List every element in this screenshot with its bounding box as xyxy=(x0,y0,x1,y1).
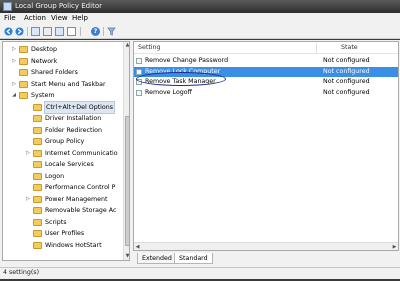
folder-icon xyxy=(33,184,42,191)
up-folder-icon[interactable] xyxy=(31,27,40,36)
tree-item-label: Ctrl+Alt+Del Options xyxy=(43,100,116,114)
tree-item-label: Shared Folders xyxy=(31,69,78,76)
toolbar-separator xyxy=(103,27,104,36)
column-state[interactable]: State xyxy=(341,44,358,51)
folder-icon xyxy=(33,149,42,157)
tree-item-label: Removable Storage Ac xyxy=(45,207,117,214)
tab-extended[interactable]: Extended xyxy=(137,253,177,264)
collapse-arrow-icon[interactable]: ◢ xyxy=(11,90,17,101)
tree-item-label: Network xyxy=(31,57,58,65)
properties-icon[interactable] xyxy=(67,27,76,36)
scroll-down-icon[interactable]: ▼ xyxy=(124,253,129,260)
folder-icon xyxy=(19,57,28,65)
highlight-ellipse xyxy=(136,72,226,86)
column-divider[interactable] xyxy=(316,43,317,53)
policy-setting-icon xyxy=(136,89,142,96)
expand-arrow-icon[interactable]: ▷ xyxy=(11,56,17,67)
policy-setting-icon xyxy=(136,58,142,64)
menu-action[interactable]: Action xyxy=(24,13,46,24)
tree-item-label: Start Menu and Taskbar xyxy=(31,80,106,88)
tree-item-label: Power Management xyxy=(45,195,108,203)
expand-arrow-icon[interactable]: ▷ xyxy=(25,194,31,205)
scroll-up-icon[interactable]: ▲ xyxy=(124,42,129,49)
setting-name: Remove Change Password xyxy=(145,57,229,64)
column-headers: Setting State xyxy=(134,42,398,54)
folder-icon xyxy=(33,230,42,237)
folder-icon xyxy=(19,92,28,99)
scroll-left-icon[interactable]: ◀ xyxy=(134,243,141,251)
scroll-thumb[interactable] xyxy=(125,116,129,246)
tree-item-label: Folder Redirection xyxy=(45,126,103,134)
setting-row[interactable]: Remove Logoff Not configured xyxy=(134,88,398,98)
app-icon xyxy=(3,2,12,11)
scroll-right-icon[interactable]: ▶ xyxy=(391,243,398,251)
status-bar: 4 setting(s) xyxy=(0,267,400,279)
window-title: Local Group Policy Editor xyxy=(15,2,102,10)
folder-icon xyxy=(33,207,42,214)
folder-icon xyxy=(33,161,42,168)
tree-item-label: Locale Services xyxy=(45,161,94,168)
tree-item-label: Windows HotStart xyxy=(45,241,102,249)
status-text: 4 setting(s) xyxy=(3,269,40,276)
back-arrow-icon[interactable] xyxy=(4,27,13,36)
settings-list: Setting State Remove Change Password Not … xyxy=(133,41,399,251)
folder-icon xyxy=(33,218,42,226)
tree-vertical-scrollbar[interactable]: ▲ ▼ xyxy=(123,42,129,260)
policy-tree: ▷ Desktop ▷ Network Shared Folders ▷ Start Men… xyxy=(2,41,130,261)
expand-arrow-icon[interactable]: ▷ xyxy=(25,148,31,159)
toolbar-separator xyxy=(80,27,81,36)
policy-setting-icon xyxy=(136,68,142,75)
setting-state: Not configured xyxy=(323,88,370,96)
tree-item-label: User Profiles xyxy=(45,230,85,237)
expand-arrow-icon[interactable]: ▷ xyxy=(11,44,17,55)
title-bar: Local Group Policy Editor xyxy=(0,0,400,13)
menu-bar: File Action View Help xyxy=(0,13,400,24)
app-window: Local Group Policy Editor File Action Vi… xyxy=(0,0,400,281)
toolbar: ? xyxy=(0,24,400,39)
export-list-icon[interactable] xyxy=(55,27,64,36)
settings-horizontal-scrollbar[interactable]: ◀ ▶ xyxy=(134,242,398,250)
forward-arrow-icon[interactable] xyxy=(15,27,24,36)
tree-item-label: Group Policy xyxy=(45,138,85,145)
folder-icon xyxy=(33,195,42,203)
folder-icon xyxy=(33,115,42,122)
setting-state: Not configured xyxy=(323,57,370,64)
setting-row[interactable]: Remove Change Password Not configured xyxy=(134,56,398,66)
toolbar-separator xyxy=(27,27,28,36)
folder-icon xyxy=(19,80,28,88)
setting-state: Not configured xyxy=(323,78,370,85)
tab-standard[interactable]: Standard xyxy=(174,253,213,264)
tree-item-label: Driver Installation xyxy=(45,115,102,122)
tree-item-label: Internet Communicatio xyxy=(45,149,118,157)
tree-item-label: Desktop xyxy=(31,46,57,53)
menu-file[interactable]: File xyxy=(4,13,16,24)
folder-icon xyxy=(19,46,28,53)
folder-icon xyxy=(33,103,42,111)
show-hide-tree-icon[interactable] xyxy=(43,27,52,36)
tree-item-label: Logon xyxy=(45,172,65,180)
tree-item-label: Performance Control P xyxy=(45,184,116,191)
view-tabs: Extended Standard xyxy=(133,253,399,265)
tree-item-label: System xyxy=(31,92,55,99)
folder-icon xyxy=(33,126,42,134)
filter-icon[interactable] xyxy=(107,27,116,36)
menu-help[interactable]: Help xyxy=(72,13,88,24)
main-area: ▷ Desktop ▷ Network Shared Folders ▷ Start Men… xyxy=(0,40,400,267)
help-icon[interactable]: ? xyxy=(91,27,100,36)
expand-arrow-icon[interactable]: ▷ xyxy=(11,79,17,90)
folder-icon xyxy=(33,172,42,180)
folder-icon xyxy=(33,138,42,145)
menu-view[interactable]: View xyxy=(51,13,68,24)
folder-icon xyxy=(33,241,42,249)
setting-name: Remove Logoff xyxy=(145,88,192,96)
tree-item-label: Scripts xyxy=(45,218,67,226)
setting-state: Not configured xyxy=(323,67,370,75)
column-setting[interactable]: Setting xyxy=(138,44,161,51)
folder-icon xyxy=(19,69,28,76)
